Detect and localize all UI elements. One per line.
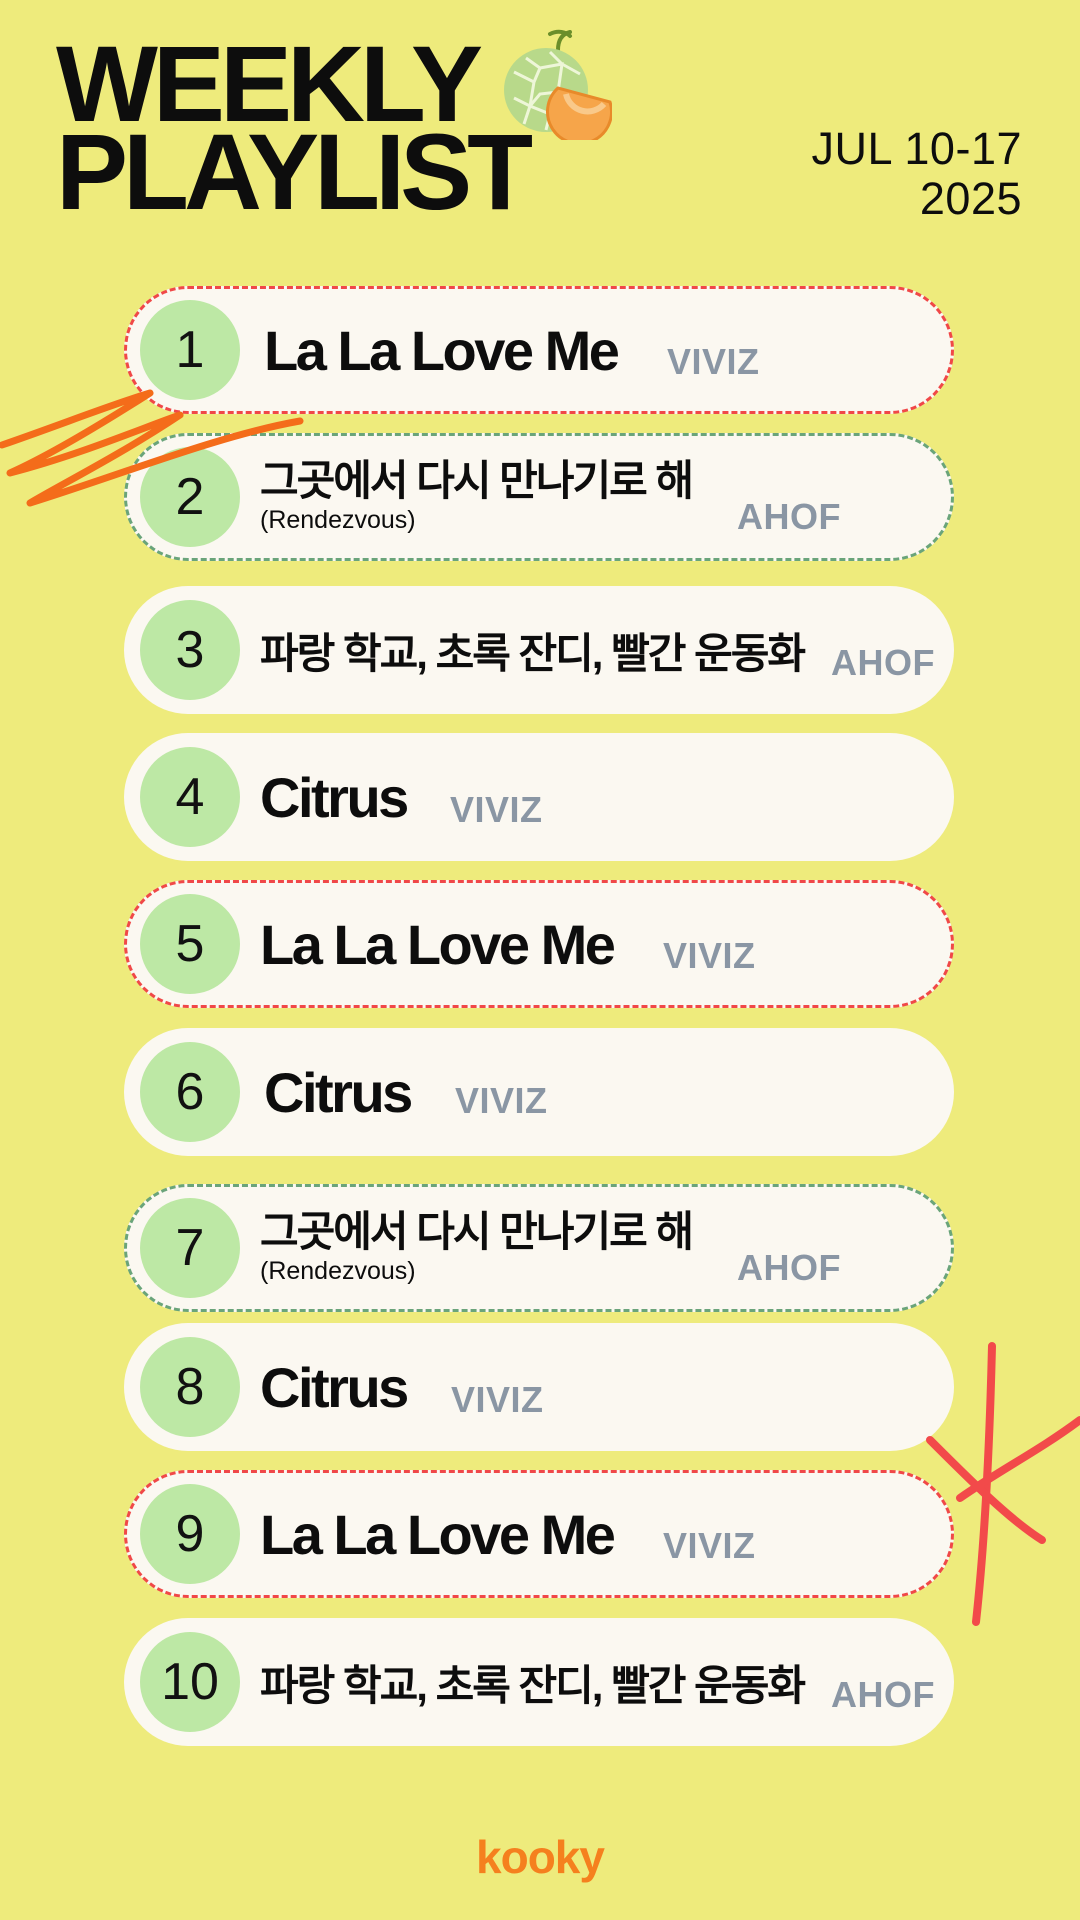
rank-badge: 4 [140, 747, 240, 847]
artist-name: AHOF [831, 1674, 935, 1715]
track-row[interactable]: 10 파랑 학교, 초록 잔디, 빨간 운동화 AHOF [124, 1618, 954, 1746]
song-title: 그곳에서 다시 만나기로 해 (Rendezvous) [260, 456, 694, 578]
song-title: Citrus [264, 1060, 413, 1124]
song-subtitle: (Rendezvous) [260, 506, 416, 534]
rank-badge: 10 [140, 1632, 240, 1732]
song-title-main: 그곳에서 다시 만나기로 해 [260, 1208, 694, 1255]
track-row[interactable]: 9 La La Love Me VIVIZ [124, 1470, 954, 1598]
playlist: 1 La La Love Me VIVIZ 2 그곳에서 다시 만나기로 해 (… [0, 0, 1080, 1920]
artist-name: VIVIZ [455, 1080, 548, 1121]
track-row[interactable]: 3 파랑 학교, 초록 잔디, 빨간 운동화 AHOF [124, 586, 954, 714]
rank-badge: 8 [140, 1337, 240, 1437]
track-row[interactable]: 4 Citrus VIVIZ [124, 733, 954, 861]
rank-badge: 3 [140, 600, 240, 700]
artist-name: VIVIZ [663, 1525, 756, 1566]
song-title: 그곳에서 다시 만나기로 해 (Rendezvous) [260, 1207, 694, 1329]
rank-badge: 6 [140, 1042, 240, 1142]
brand-logo: kooky [476, 1831, 605, 1883]
track-row[interactable]: 6 Citrus VIVIZ [124, 1028, 954, 1156]
song-title: La La Love Me [260, 912, 616, 976]
artist-name: AHOF [737, 496, 841, 537]
song-title: Citrus [260, 765, 409, 829]
song-subtitle: (Rendezvous) [260, 1257, 416, 1285]
artist-name: VIVIZ [450, 789, 543, 830]
song-title: La La Love Me [264, 318, 620, 382]
artist-name: AHOF [831, 642, 935, 683]
track-row[interactable]: 8 Citrus VIVIZ [124, 1323, 954, 1451]
orange-scribble-decoration [0, 389, 304, 507]
song-title: 파랑 학교, 초록 잔디, 빨간 운동화 [260, 1661, 806, 1709]
artist-name: VIVIZ [451, 1379, 544, 1420]
song-title: Citrus [260, 1355, 409, 1419]
artist-name: VIVIZ [663, 935, 756, 976]
rank-badge: 5 [140, 894, 240, 994]
rank-badge: 9 [140, 1484, 240, 1584]
song-title: La La Love Me [260, 1502, 616, 1566]
track-row[interactable]: 7 그곳에서 다시 만나기로 해 (Rendezvous) AHOF [124, 1184, 954, 1312]
artist-name: VIVIZ [667, 341, 760, 382]
artist-name: AHOF [737, 1247, 841, 1288]
song-title: 파랑 학교, 초록 잔디, 빨간 운동화 [260, 629, 806, 677]
rank-badge: 7 [140, 1198, 240, 1298]
red-asterisk-doodle [926, 1342, 1080, 1626]
song-title-main: 그곳에서 다시 만나기로 해 [260, 457, 694, 504]
track-row[interactable]: 5 La La Love Me VIVIZ [124, 880, 954, 1008]
